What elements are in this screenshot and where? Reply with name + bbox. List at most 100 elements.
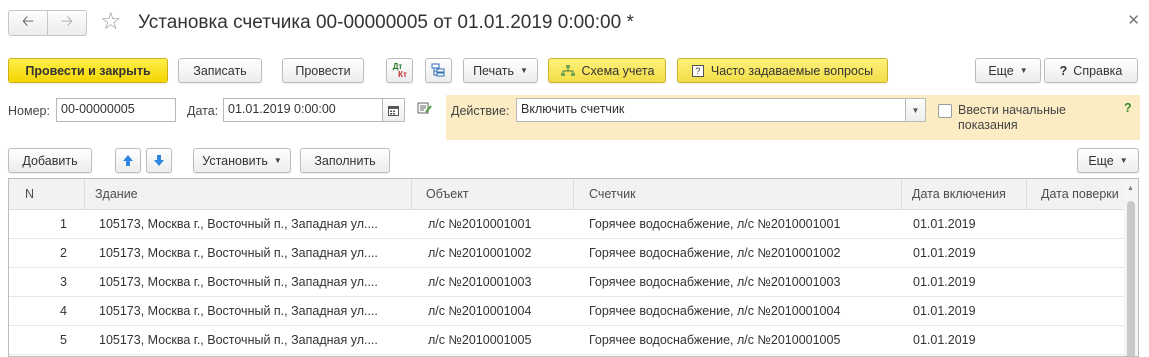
chevron-down-icon: ▼ (1019, 66, 1028, 75)
calendar-icon (388, 105, 399, 116)
help-mark-icon[interactable]: ? (1124, 101, 1132, 115)
cell-date-check (1041, 210, 1121, 239)
faq-button[interactable]: ? Часто задаваемые вопросы (677, 58, 888, 83)
scheme-icon (560, 64, 575, 76)
number-label: Номер: (8, 104, 50, 118)
arrow-down-icon (154, 155, 164, 166)
star-icon[interactable]: ☆ (100, 9, 122, 35)
column-header-date-check[interactable]: Дата поверки (1027, 179, 1125, 210)
print-label: Печать (473, 63, 515, 78)
cell-date-check (1041, 268, 1121, 297)
kt-icon-text: Кт (398, 69, 407, 79)
document-edit-icon[interactable] (417, 101, 433, 118)
table-more-button[interactable]: Еще ▼ (1077, 148, 1139, 173)
table-row[interactable]: 1 105173, Москва г., Восточный п., Запад… (9, 210, 1125, 239)
move-up-button[interactable] (115, 148, 141, 173)
column-header-n[interactable]: N (9, 179, 85, 210)
table-row[interactable]: 4 105173, Москва г., Восточный п., Запад… (9, 297, 1125, 326)
cell-date-on: 01.01.2019 (913, 217, 976, 231)
add-label: Добавить (22, 153, 78, 168)
cell-meter: Горячее водоснабжение, л/с №2010001002 (589, 246, 841, 260)
post-button[interactable]: Провести (282, 58, 364, 83)
table-row[interactable]: 5 105173, Москва г., Восточный п., Запад… (9, 326, 1125, 355)
cell-building: 105173, Москва г., Восточный п., Западна… (99, 275, 378, 289)
cell-object: л/с №2010001003 (428, 275, 532, 289)
cell-object: л/с №2010001001 (428, 217, 532, 231)
table-row[interactable]: 3 105173, Москва г., Восточный п., Запад… (9, 268, 1125, 297)
column-header-date-on[interactable]: Дата включения (902, 179, 1027, 210)
column-header-object[interactable]: Объект (412, 179, 574, 210)
chevron-down-icon: ▼ (911, 105, 920, 115)
add-button[interactable]: Добавить (8, 148, 92, 173)
cell-meter: Горячее водоснабжение, л/с №2010001003 (589, 275, 841, 289)
more-label: Еще (988, 63, 1014, 78)
calendar-button[interactable] (383, 98, 405, 122)
cell-building: 105173, Москва г., Восточный п., Западна… (99, 246, 378, 260)
scrollbar-thumb[interactable] (1127, 201, 1135, 356)
cell-n: 3 (60, 275, 67, 289)
cell-n: 5 (60, 333, 67, 347)
question-icon: ? (691, 64, 704, 77)
cell-date-on: 01.01.2019 (913, 333, 976, 347)
faq-label: Часто задаваемые вопросы (710, 63, 874, 78)
meters-table: N Здание Объект Счетчик Дата включения Д… (8, 178, 1139, 357)
vertical-scrollbar[interactable]: ▲ (1124, 179, 1138, 356)
number-field[interactable]: 00-00000005 (56, 98, 176, 122)
cell-object: л/с №2010001004 (428, 304, 532, 318)
fill-button[interactable]: Заполнить (300, 148, 390, 173)
cell-date-on: 01.01.2019 (913, 246, 976, 260)
cell-object: л/с №2010001005 (428, 333, 532, 347)
structure-button[interactable] (425, 58, 452, 83)
scroll-up-icon[interactable]: ▲ (1127, 185, 1134, 192)
column-header-building[interactable]: Здание (85, 179, 412, 210)
action-field[interactable]: Включить счетчик (516, 98, 906, 122)
column-header-meter[interactable]: Счетчик (574, 179, 902, 210)
save-button[interactable]: Записать (178, 58, 262, 83)
cell-date-on: 01.01.2019 (913, 304, 976, 318)
initial-readings-label: Ввести начальные показания (958, 103, 1066, 132)
cell-n: 2 (60, 246, 67, 260)
arrow-up-icon (123, 155, 133, 166)
post-label: Провести (295, 63, 351, 78)
cell-meter: Горячее водоснабжение, л/с №2010001001 (589, 217, 841, 231)
arrow-left-icon: 🡠 (21, 12, 35, 30)
post-and-close-button[interactable]: Провести и закрыть (8, 58, 168, 83)
cell-date-check (1041, 239, 1121, 268)
cell-building: 105173, Москва г., Восточный п., Западна… (99, 333, 378, 347)
action-label: Действие: (451, 104, 510, 118)
chevron-down-icon: ▼ (1119, 156, 1128, 165)
save-label: Записать (193, 63, 247, 78)
initial-readings-checkbox[interactable] (938, 104, 952, 118)
cell-object: л/с №2010001002 (428, 246, 532, 260)
cell-date-on: 01.01.2019 (913, 275, 976, 289)
post-and-close-label: Провести и закрыть (25, 63, 151, 78)
chevron-down-icon: ▼ (520, 66, 528, 75)
help-label: Справка (1073, 63, 1123, 78)
date-label: Дата: (187, 104, 219, 118)
more-button[interactable]: Еще ▼ (975, 58, 1041, 83)
help-icon: ? (1059, 63, 1068, 78)
arrow-right-icon: 🡢 (60, 12, 74, 30)
cell-n: 4 (60, 304, 67, 318)
action-dropdown-button[interactable]: ▼ (906, 98, 926, 122)
help-button[interactable]: ? Справка (1044, 58, 1138, 83)
date-field[interactable]: 01.01.2019 0:00:00 (223, 98, 383, 122)
cell-meter: Горячее водоснабжение, л/с №2010001004 (589, 304, 841, 318)
dt-kt-button[interactable]: Дт Кт (386, 58, 413, 83)
table-header: N Здание Объект Счетчик Дата включения Д… (9, 179, 1138, 210)
forward-button[interactable]: 🡢 (47, 10, 87, 36)
install-label: Установить (202, 153, 268, 168)
cell-meter: Горячее водоснабжение, л/с №2010001005 (589, 333, 841, 347)
move-down-button[interactable] (146, 148, 172, 173)
print-button[interactable]: Печать ▼ (463, 58, 538, 83)
install-button[interactable]: Установить ▼ (193, 148, 291, 173)
back-button[interactable]: 🡠 (8, 10, 48, 36)
close-icon[interactable]: ✕ (1127, 11, 1140, 29)
table-row[interactable]: 2 105173, Москва г., Восточный п., Запад… (9, 239, 1125, 268)
scheme-label: Схема учета (581, 63, 655, 78)
page-title: Установка счетчика 00-00000005 от 01.01.… (138, 12, 634, 33)
chevron-down-icon: ▼ (273, 156, 282, 165)
cell-date-check (1041, 297, 1121, 326)
scheme-button[interactable]: Схема учета (548, 58, 666, 83)
cell-n: 1 (60, 217, 67, 231)
